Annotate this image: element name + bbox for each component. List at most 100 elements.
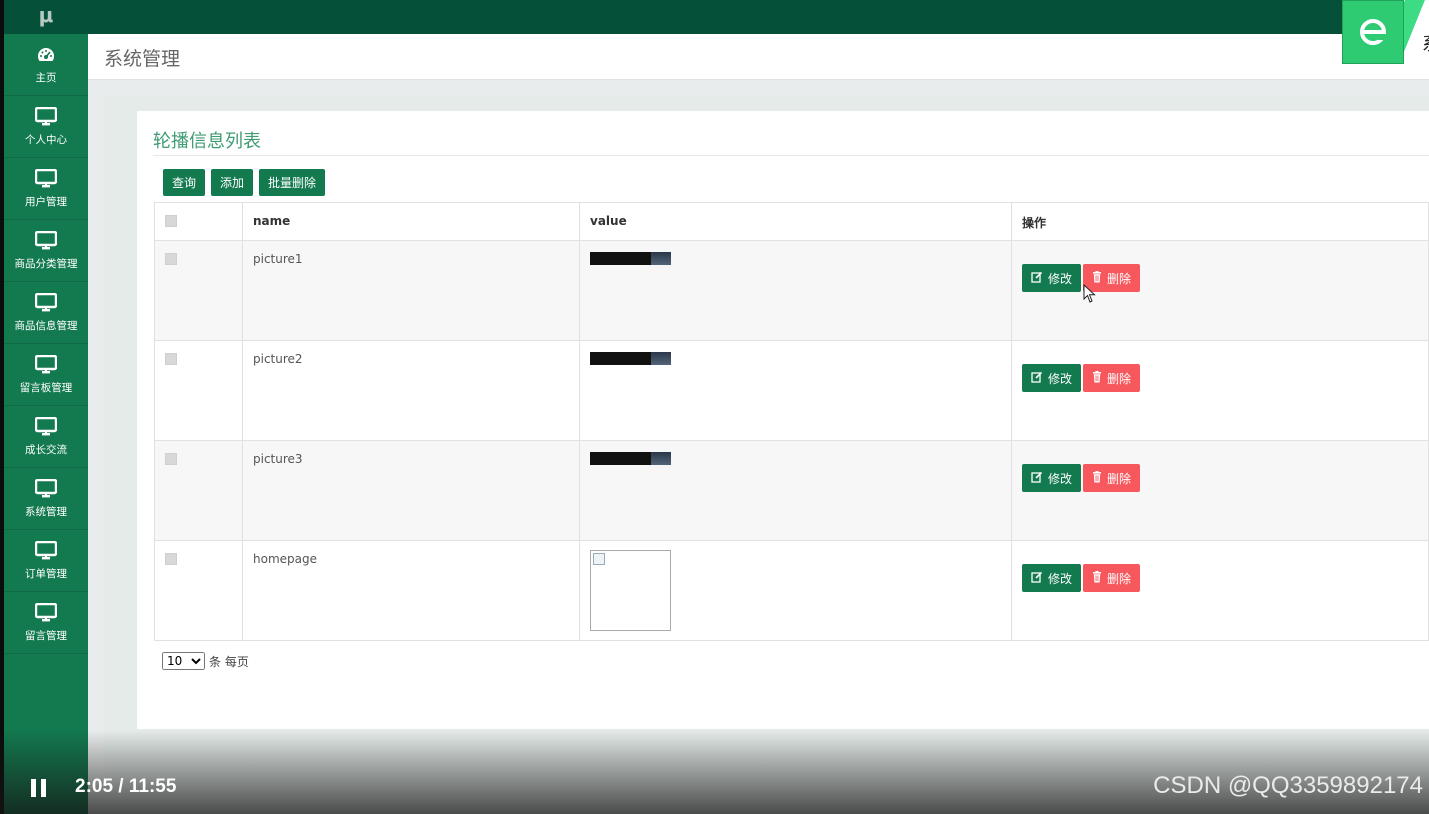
mouse-cursor-icon xyxy=(1083,284,1096,303)
watermark: CSDN @QQ3359892174 xyxy=(1153,772,1423,799)
sidebar-item-label: 留言板管理 xyxy=(19,382,73,394)
sidebar: μ 主页个人中心用户管理商品分类管理 商品信息管理 留言板管理成长交流系统管理订单管… xyxy=(4,0,88,814)
sidebar-item-label: 商品信息管理 xyxy=(14,320,78,332)
row-checkbox[interactable] xyxy=(165,553,177,565)
ops-cell: 修改 删除 xyxy=(1011,340,1429,441)
edit-label: 修改 xyxy=(1048,571,1073,586)
sidebar-item-label: 用户管理 xyxy=(25,196,67,208)
ie-icon xyxy=(1342,0,1404,64)
delete-label: 删除 xyxy=(1107,471,1132,486)
page-size-label: 条 每页 xyxy=(209,654,249,669)
monitor-icon xyxy=(35,478,57,500)
sidebar-item-label: 订单管理 xyxy=(25,568,67,580)
page-size-select[interactable]: 10 xyxy=(162,652,205,670)
monitor-icon xyxy=(35,416,57,438)
sidebar-item-6[interactable]: 留言板管理 xyxy=(4,344,88,406)
name-cell: picture1 xyxy=(242,240,580,341)
sidebar-item-9[interactable]: 订单管理 xyxy=(4,530,88,592)
sidebar-item-4[interactable]: 商品分类管理 xyxy=(4,220,88,282)
add-button[interactable]: 添加 xyxy=(211,169,254,196)
sidebar-item-8[interactable]: 系统管理 xyxy=(4,468,88,530)
ops-cell: 修改 删除 xyxy=(1011,540,1429,641)
edit-icon xyxy=(1031,571,1043,586)
name-cell: picture3 xyxy=(242,440,580,541)
monitor-icon xyxy=(35,354,57,376)
sidebar-item-7[interactable]: 成长交流 xyxy=(4,406,88,468)
divider xyxy=(153,155,1429,156)
edit-label: 修改 xyxy=(1048,371,1073,386)
thumbnail-image xyxy=(590,452,671,465)
edit-button[interactable]: 修改 xyxy=(1022,564,1082,592)
row-checkbox[interactable] xyxy=(165,253,177,265)
batch-delete-button[interactable]: 批量删除 xyxy=(259,169,326,196)
edit-button[interactable]: 修改 xyxy=(1022,264,1082,292)
sidebar-item-5[interactable]: 商品信息管理 xyxy=(4,282,88,344)
page-title: 系统管理 xyxy=(104,48,181,70)
table-row: picture1 修改 删除 xyxy=(154,240,1429,341)
column-header-name: name xyxy=(242,202,580,241)
monitor-icon xyxy=(35,168,57,190)
value-cell xyxy=(579,340,1012,441)
page-header: 系统管理 xyxy=(88,34,1429,80)
edit-icon xyxy=(1031,371,1043,386)
column-header-ops: 操作 xyxy=(1011,202,1429,241)
delete-button[interactable]: 删除 xyxy=(1083,364,1141,392)
trash-icon xyxy=(1092,570,1102,586)
sidebar-item-label: 商品分类管理 xyxy=(14,258,78,270)
edit-button[interactable]: 修改 xyxy=(1022,464,1082,492)
select-all-cell xyxy=(154,202,243,241)
table-row: picture3 修改 删除 xyxy=(154,440,1429,541)
value-cell xyxy=(579,440,1012,541)
browser-badge: 系 xyxy=(1342,0,1429,65)
dashboard-icon xyxy=(35,44,57,66)
monitor-icon xyxy=(35,540,57,562)
thumbnail-image xyxy=(590,352,671,365)
edit-label: 修改 xyxy=(1048,271,1073,286)
ops-cell: 修改 删除 xyxy=(1011,240,1429,341)
monitor-icon xyxy=(35,602,57,624)
sidebar-item-label: 个人中心 xyxy=(25,134,67,146)
left-edge-bar xyxy=(0,0,4,814)
value-cell xyxy=(579,540,1012,641)
column-header-value: value xyxy=(579,202,1012,241)
name-cell: picture2 xyxy=(242,340,580,441)
carousel-table: name value 操作 picture1 修改 删除 picture2 修改 删除 pi… xyxy=(154,202,1429,641)
video-controls: 2:05 / 11:55 CSDN @QQ3359892174 xyxy=(0,770,1429,806)
delete-button[interactable]: 删除 xyxy=(1083,564,1141,592)
top-bar xyxy=(88,0,1429,34)
table-row: picture2 修改 删除 xyxy=(154,340,1429,441)
sidebar-item-label: 成长交流 xyxy=(25,444,67,456)
row-checkbox-cell xyxy=(154,340,243,441)
monitor-icon xyxy=(35,106,57,128)
table-row: homepage 修改 删除 xyxy=(154,540,1429,641)
edit-icon xyxy=(1031,271,1043,286)
logo: μ xyxy=(4,0,88,34)
row-checkbox-cell xyxy=(154,240,243,341)
pause-icon[interactable] xyxy=(31,779,47,797)
sidebar-item-label: 主页 xyxy=(35,72,57,84)
row-checkbox[interactable] xyxy=(165,453,177,465)
select-all-checkbox[interactable] xyxy=(165,215,177,227)
sidebar-item-3[interactable]: 用户管理 xyxy=(4,158,88,220)
toolbar: 查询 添加 批量删除 xyxy=(163,169,326,196)
sidebar-item-label: 系统管理 xyxy=(25,506,67,518)
trash-icon xyxy=(1092,370,1102,386)
pagination: 10 条 每页 xyxy=(162,652,249,670)
sidebar-item-2[interactable]: 个人中心 xyxy=(4,96,88,158)
edit-icon xyxy=(1031,471,1043,486)
value-cell xyxy=(579,240,1012,341)
edit-label: 修改 xyxy=(1048,471,1073,486)
row-checkbox[interactable] xyxy=(165,353,177,365)
monitor-icon xyxy=(35,230,57,252)
sidebar-item-10[interactable]: 留言管理 xyxy=(4,592,88,654)
sidebar-item-label: 留言管理 xyxy=(25,630,67,642)
row-checkbox-cell xyxy=(154,440,243,541)
query-button[interactable]: 查询 xyxy=(163,169,206,196)
badge-letter: 系 xyxy=(1422,30,1429,56)
delete-button[interactable]: 删除 xyxy=(1083,464,1141,492)
table-header-row: name value 操作 xyxy=(154,202,1429,241)
broken-image-icon xyxy=(590,550,671,631)
edit-button[interactable]: 修改 xyxy=(1022,364,1082,392)
sidebar-item-1[interactable]: 主页 xyxy=(4,34,88,96)
monitor-icon xyxy=(35,292,57,314)
